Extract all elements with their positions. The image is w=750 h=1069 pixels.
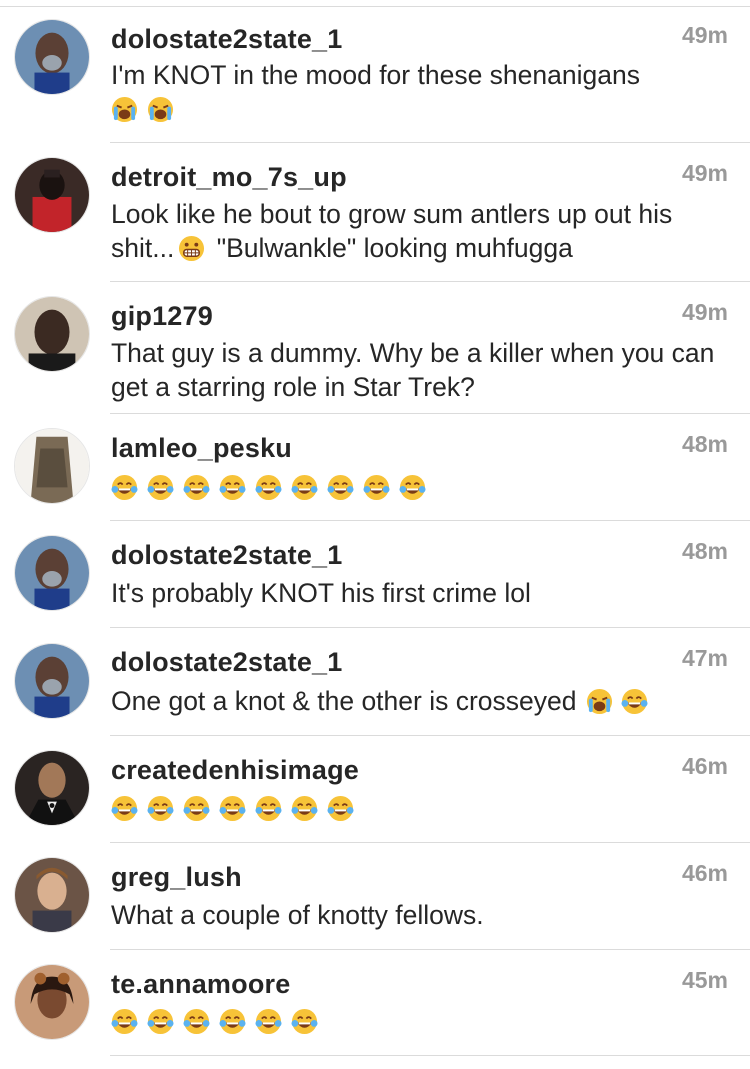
- comment-text: One got a knot & the other is crosseyed: [111, 684, 731, 718]
- tears-of-joy-emoji-icon: [111, 474, 138, 501]
- tears-of-joy-emoji-icon: [219, 474, 246, 501]
- tears-of-joy-emoji-icon: [147, 795, 174, 822]
- comment-text: I'm KNOT in the mood for these shenaniga…: [111, 58, 731, 126]
- comment-username[interactable]: greg_lush: [111, 862, 242, 893]
- comment-text: [111, 1004, 731, 1038]
- comment-username[interactable]: gip1279: [111, 301, 213, 332]
- grimacing-emoji-icon: [178, 235, 205, 262]
- comment-divider: [110, 735, 750, 736]
- comment-timestamp: 46m: [681, 860, 728, 886]
- tears-of-joy-emoji-icon: [255, 1008, 282, 1035]
- comment-text: What a couple of knotty fellows.: [111, 900, 484, 930]
- comment-text: Look like he bout to grow sum antlers up…: [111, 197, 731, 265]
- avatar[interactable]: [14, 857, 90, 933]
- avatar[interactable]: [14, 643, 90, 719]
- comment-divider: [110, 142, 750, 143]
- tears-of-joy-emoji-icon: [363, 474, 390, 501]
- top-divider: [0, 6, 750, 7]
- tears-of-joy-emoji-icon: [327, 795, 354, 822]
- comment-timestamp: 49m: [681, 22, 728, 48]
- comment-timestamp: 48m: [681, 431, 728, 457]
- comment-divider: [110, 949, 750, 950]
- comment-divider: [110, 281, 750, 282]
- comment-username[interactable]: dolostate2state_1: [111, 540, 343, 571]
- tears-of-joy-emoji-icon: [183, 795, 210, 822]
- comment-timestamp: 49m: [681, 160, 728, 186]
- comment-username[interactable]: lamleo_pesku: [111, 433, 292, 464]
- comment-divider: [110, 842, 750, 843]
- avatar[interactable]: [14, 157, 90, 233]
- tears-of-joy-emoji-icon: [219, 795, 246, 822]
- avatar[interactable]: [14, 428, 90, 504]
- comment-text: [111, 791, 731, 825]
- tears-of-joy-emoji-icon: [327, 474, 354, 501]
- crying-emoji-icon: [147, 96, 174, 123]
- comment-text: [111, 470, 731, 504]
- tears-of-joy-emoji-icon: [111, 1008, 138, 1035]
- comment-divider: [110, 520, 750, 521]
- comment-username[interactable]: createdenhisimage: [111, 755, 359, 786]
- avatar[interactable]: [14, 750, 90, 826]
- tears-of-joy-emoji-icon: [621, 688, 649, 715]
- avatar[interactable]: [14, 964, 90, 1040]
- comment-divider: [110, 1055, 750, 1056]
- comment-username[interactable]: te.annamoore: [111, 969, 290, 1000]
- tears-of-joy-emoji-icon: [255, 474, 282, 501]
- tears-of-joy-emoji-icon: [255, 795, 282, 822]
- comment-timestamp: 45m: [681, 967, 728, 993]
- comment-timestamp: 48m: [681, 538, 728, 564]
- comment-body: One got a knot & the other is crosseyed: [111, 686, 577, 716]
- comment-username[interactable]: dolostate2state_1: [111, 24, 343, 55]
- tears-of-joy-emoji-icon: [399, 474, 426, 501]
- tears-of-joy-emoji-icon: [291, 1008, 318, 1035]
- comment-text: It's probably KNOT his first crime lol: [111, 578, 531, 608]
- comment-timestamp: 49m: [681, 299, 728, 325]
- tears-of-joy-emoji-icon: [147, 474, 174, 501]
- tears-of-joy-emoji-icon: [219, 1008, 246, 1035]
- tears-of-joy-emoji-icon: [147, 1008, 174, 1035]
- tears-of-joy-emoji-icon: [291, 795, 318, 822]
- comment-timestamp: 46m: [681, 753, 728, 779]
- comment-username[interactable]: dolostate2state_1: [111, 647, 343, 678]
- crying-emoji-icon: [586, 688, 613, 715]
- tears-of-joy-emoji-icon: [291, 474, 318, 501]
- comment-body-continued: "Bulwankle" looking muhfugga: [209, 233, 573, 263]
- comment-divider: [110, 413, 750, 414]
- comment-divider: [110, 627, 750, 628]
- avatar[interactable]: [14, 535, 90, 611]
- avatar[interactable]: [14, 296, 90, 372]
- comment-timestamp: 47m: [681, 645, 728, 671]
- comment-body: I'm KNOT in the mood for these shenaniga…: [111, 60, 640, 90]
- tears-of-joy-emoji-icon: [183, 1008, 210, 1035]
- tears-of-joy-emoji-icon: [183, 474, 210, 501]
- comment-text: That guy is a dummy. Why be a killer whe…: [111, 338, 715, 402]
- comment-username[interactable]: detroit_mo_7s_up: [111, 162, 347, 193]
- avatar[interactable]: [14, 19, 90, 95]
- crying-emoji-icon: [111, 96, 138, 123]
- tears-of-joy-emoji-icon: [111, 795, 138, 822]
